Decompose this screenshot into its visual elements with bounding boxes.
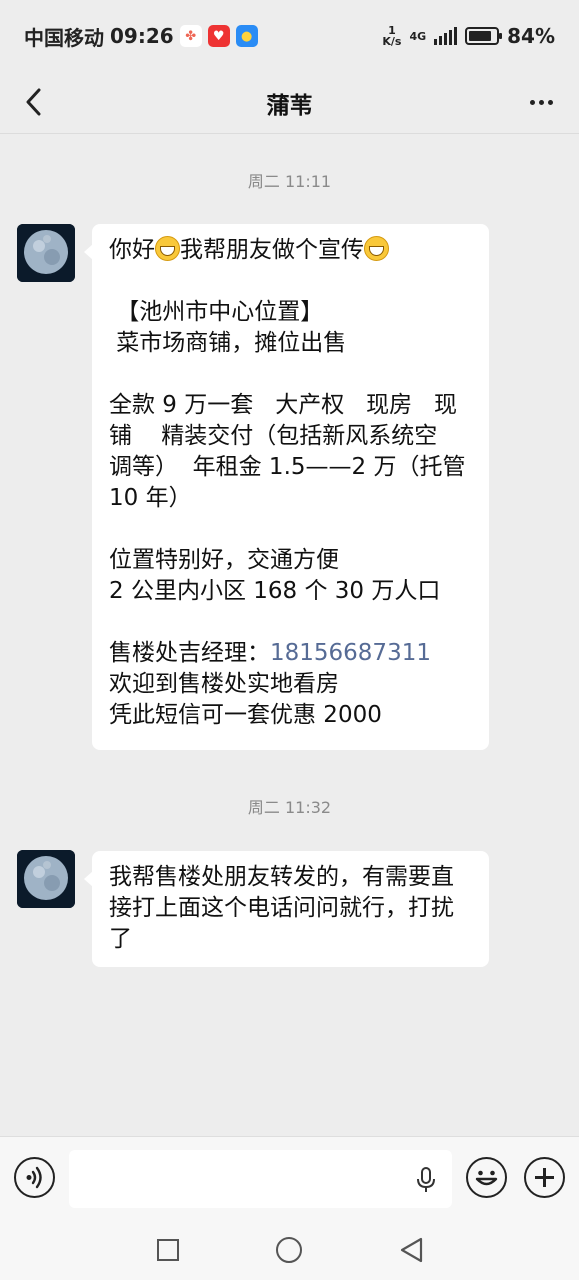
battery-percent: 84% (507, 24, 555, 48)
message-line: 了 (109, 926, 132, 952)
message-line: 调等） 年租金 1.5——2 万（托管 (109, 454, 466, 480)
message-line: 欢迎到售楼处实地看房 (109, 671, 339, 697)
recent-apps-button[interactable] (154, 1236, 182, 1264)
app-notification-icon: ♥ (207, 25, 230, 47)
message-timestamp: 周二 11:11 (247, 172, 332, 191)
message-line: 【池州市中心位置】 (109, 299, 324, 325)
chevron-left-icon (26, 88, 41, 116)
grin-emoji-icon (155, 236, 180, 261)
moon-avatar-icon (17, 224, 75, 282)
system-nav-bar (0, 1220, 579, 1280)
voice-button[interactable] (14, 1157, 55, 1198)
message-line: 你好 我帮朋友做个宣传 (109, 235, 471, 266)
avatar[interactable] (17, 850, 75, 908)
message-line: 菜市场商铺，摊位出售 (109, 330, 347, 356)
microphone-icon[interactable] (414, 1166, 438, 1194)
message-input[interactable] (69, 1150, 452, 1208)
voice-icon (26, 1166, 42, 1189)
message-line: 接打上面这个电话问问就行，打扰 (109, 895, 454, 921)
clock: 09:26 (110, 24, 174, 48)
message-line: 铺 精装交付（包括新风系统空 (109, 423, 438, 449)
status-left: 中国移动 09:26 ✤ ♥ ● (24, 22, 258, 51)
message-line: 10 年） (109, 485, 192, 511)
phone-number-link[interactable]: 18156687311 (270, 640, 431, 666)
network-type: 4G (409, 29, 427, 43)
more-dots-icon (529, 99, 535, 105)
signal-icon (434, 27, 458, 45)
net-speed: 1 K/s (382, 24, 402, 48)
message-timestamp: 周二 11:32 (247, 798, 332, 817)
input-bar (0, 1136, 579, 1220)
status-right: 1 K/s 4G 84% (382, 24, 555, 48)
message-bubble[interactable]: 我帮售楼处朋友转发的，有需要直 接打上面这个电话问问就行，打扰 了 (84, 851, 489, 967)
avatar[interactable] (17, 224, 75, 282)
square-icon (157, 1239, 179, 1261)
message-bubble[interactable]: 你好 我帮朋友做个宣传 【池州市中心位置】 菜市场商铺，摊位出售 全款 9 万一套… (84, 224, 489, 750)
plus-button[interactable] (524, 1157, 565, 1198)
app-notification-icon: ✤ (179, 25, 202, 47)
back-button[interactable] (16, 84, 52, 120)
grin-emoji-icon (364, 236, 389, 261)
triangle-back-icon (400, 1237, 423, 1263)
emoji-button[interactable] (466, 1157, 507, 1198)
battery-icon (465, 27, 503, 45)
message-line: 2 公里内小区 168 个 30 万人口 (109, 578, 441, 604)
system-back-button[interactable] (398, 1236, 426, 1264)
chat-title: 蒲苇 (266, 93, 313, 119)
carrier-label: 中国移动 (24, 25, 104, 50)
chat-header: 蒲苇 (0, 72, 579, 134)
home-button[interactable] (275, 1236, 303, 1264)
message-line: 我帮售楼处朋友转发的，有需要直 (109, 864, 454, 890)
message-line: 售楼处吉经理：18156687311 (109, 640, 431, 666)
more-button[interactable] (521, 84, 561, 120)
message-line: 位置特别好，交通方便 (109, 547, 339, 573)
status-bar: 中国移动 09:26 ✤ ♥ ● 1 K/s 4G 84% (0, 0, 579, 72)
message-line: 全款 9 万一套 大产权 现房 现 (109, 392, 458, 418)
circle-icon (276, 1237, 302, 1263)
message-line: 凭此短信可一套优惠 2000 (109, 702, 382, 728)
emoji-icon (475, 1170, 498, 1186)
moon-avatar-icon (17, 850, 75, 908)
app-notification-icon: ● (235, 25, 258, 47)
